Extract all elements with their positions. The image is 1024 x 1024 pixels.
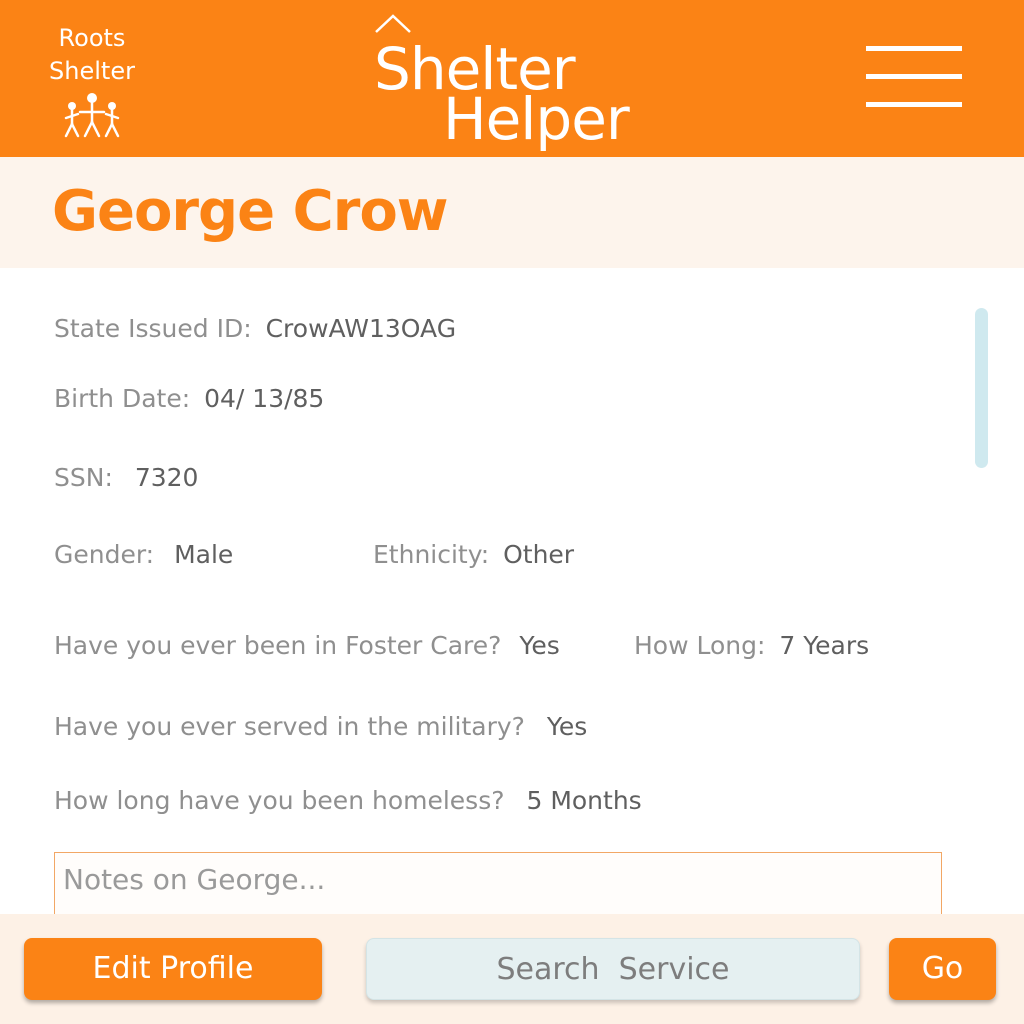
state-id-value: CrowAW13OAG: [265, 314, 457, 343]
military-value: Yes: [546, 712, 588, 741]
state-id-row: State Issued ID: CrowAW13OAG: [54, 314, 456, 344]
menu-bar-middle: [866, 74, 962, 79]
menu-bar-top: [866, 46, 962, 51]
search-service-input[interactable]: [366, 938, 860, 1000]
homeless-value: 5 Months: [526, 786, 642, 815]
menu-bar-bottom: [866, 102, 962, 107]
go-button[interactable]: Go: [889, 938, 996, 1000]
gender-label: Gender:: [54, 540, 155, 569]
gender-value: Male: [174, 540, 234, 569]
ssn-value: 7320: [134, 463, 199, 492]
ssn-label: SSN:: [54, 463, 113, 492]
birth-date-value: 04/ 13/85: [204, 384, 325, 413]
homeless-row: How long have you been homeless? 5 Month…: [54, 786, 642, 816]
app-title-line-2: Helper: [443, 85, 630, 153]
ethnicity-row: Ethnicity: Other: [373, 540, 574, 570]
birth-date-row: Birth Date: 04/ 13/85: [54, 384, 324, 414]
notes-field[interactable]: [54, 852, 942, 918]
app-root: Roots Shelter Shelter Helper George Crow…: [0, 0, 1024, 1024]
logo-line-2: Shelter: [49, 57, 135, 85]
state-id-label: State Issued ID:: [54, 314, 252, 343]
birth-date-label: Birth Date:: [54, 384, 191, 413]
ssn-row: SSN: 7320: [54, 463, 198, 493]
ethnicity-value: Other: [503, 540, 575, 569]
scrollbar[interactable]: [975, 308, 988, 468]
edit-profile-button[interactable]: Edit Profile: [24, 938, 322, 1000]
app-title: Shelter Helper: [372, 14, 672, 154]
foster-how-long-value: 7 Years: [779, 631, 870, 660]
bottom-action-bar: Edit Profile Go: [0, 914, 1024, 1024]
military-row: Have you ever served in the military? Ye…: [54, 712, 587, 742]
gender-row: Gender: Male: [54, 540, 233, 570]
profile-details: State Issued ID: CrowAW13OAG Birth Date:…: [0, 268, 1024, 918]
foster-care-label: Have you ever been in Foster Care?: [54, 631, 502, 660]
roof-icon: [375, 14, 411, 33]
homeless-label: How long have you been homeless?: [54, 786, 505, 815]
foster-how-long-label: How Long:: [634, 631, 766, 660]
profile-name: George Crow: [52, 179, 449, 244]
foster-care-value: Yes: [519, 631, 560, 660]
foster-care-row: Have you ever been in Foster Care? Yes: [54, 631, 560, 661]
family-figures-icon: [64, 93, 120, 138]
foster-how-long-row: How Long: 7 Years: [634, 631, 869, 661]
app-header: Roots Shelter Shelter Helper: [0, 0, 1024, 157]
ethnicity-label: Ethnicity:: [373, 540, 490, 569]
profile-name-band: George Crow: [0, 157, 1024, 268]
military-label: Have you ever served in the military?: [54, 712, 525, 741]
hamburger-menu-icon[interactable]: [866, 46, 962, 108]
roots-shelter-logo[interactable]: Roots Shelter: [36, 22, 148, 142]
logo-line-1: Roots: [58, 24, 126, 52]
